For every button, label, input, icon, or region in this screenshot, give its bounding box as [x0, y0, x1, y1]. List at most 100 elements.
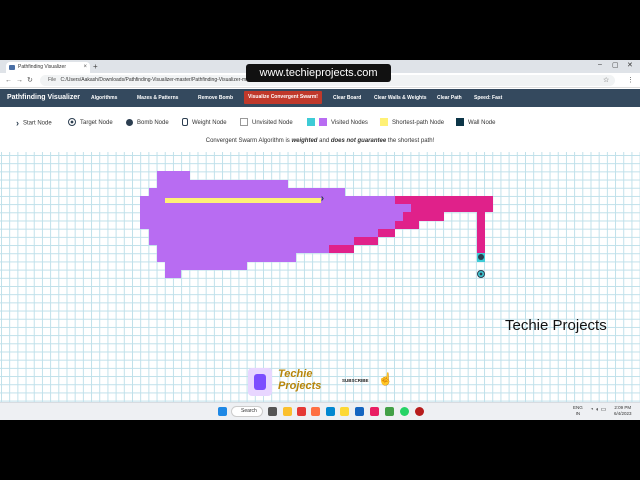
- visited-cell[interactable]: [181, 204, 190, 213]
- visited-cell[interactable]: [353, 220, 362, 229]
- edge-icon[interactable]: [326, 407, 335, 416]
- visited-cell[interactable]: [312, 212, 321, 221]
- visited-cell[interactable]: [238, 179, 247, 188]
- visited-cell[interactable]: [222, 187, 231, 196]
- new-tab-button[interactable]: +: [93, 62, 98, 72]
- visited-cell[interactable]: [271, 220, 280, 229]
- frontier-cell[interactable]: [476, 212, 485, 221]
- nav-clear-path[interactable]: Clear Path: [437, 89, 462, 107]
- visited-cell[interactable]: [247, 220, 256, 229]
- visited-cell[interactable]: [238, 253, 247, 262]
- bookmark-star-icon[interactable]: ☆: [603, 76, 609, 85]
- visited-cell[interactable]: [238, 212, 247, 221]
- shortest-path-cell[interactable]: [304, 198, 313, 204]
- visited-cell[interactable]: [206, 212, 215, 221]
- reload-icon[interactable]: ↻: [27, 76, 33, 85]
- visited-cell[interactable]: [206, 237, 215, 246]
- frontier-cell[interactable]: [476, 204, 485, 213]
- visited-cell[interactable]: [181, 253, 190, 262]
- visited-cell[interactable]: [173, 245, 182, 254]
- visited-cell[interactable]: [222, 237, 231, 246]
- visited-cell[interactable]: [230, 228, 239, 237]
- visited-cell[interactable]: [304, 212, 313, 221]
- visited-cell[interactable]: [156, 179, 165, 188]
- shortest-path-cell[interactable]: [312, 198, 321, 204]
- visited-cell[interactable]: [189, 179, 198, 188]
- visited-cell[interactable]: [329, 220, 338, 229]
- frontier-cell[interactable]: [484, 196, 493, 205]
- visited-cell[interactable]: [214, 228, 223, 237]
- visited-cell[interactable]: [230, 179, 239, 188]
- visited-cell[interactable]: [337, 237, 346, 246]
- visited-cell[interactable]: [329, 196, 338, 205]
- visited-cell[interactable]: [247, 245, 256, 254]
- visited-cell[interactable]: [263, 237, 272, 246]
- visited-cell[interactable]: [370, 228, 379, 237]
- visited-cell[interactable]: [206, 261, 215, 270]
- visited-cell[interactable]: [173, 179, 182, 188]
- visited-cell[interactable]: [247, 179, 256, 188]
- visited-cell[interactable]: [255, 212, 264, 221]
- visited-cell[interactable]: [156, 245, 165, 254]
- visited-cell[interactable]: [214, 179, 223, 188]
- visited-cell[interactable]: [148, 237, 157, 246]
- visited-cell[interactable]: [165, 253, 174, 262]
- shortest-path-cell[interactable]: [288, 198, 297, 204]
- visited-cell[interactable]: [230, 261, 239, 270]
- visited-cell[interactable]: [247, 187, 256, 196]
- visited-cell[interactable]: [288, 187, 297, 196]
- visited-cell[interactable]: [173, 171, 182, 180]
- target-node-icon[interactable]: [476, 269, 485, 278]
- visited-cell[interactable]: [296, 237, 305, 246]
- frontier-cell[interactable]: [411, 204, 420, 213]
- visited-cell[interactable]: [148, 204, 157, 213]
- visited-cell[interactable]: [206, 253, 215, 262]
- visited-cell[interactable]: [148, 212, 157, 221]
- visited-cell[interactable]: [238, 204, 247, 213]
- visited-cell[interactable]: [370, 196, 379, 205]
- visited-cell[interactable]: [255, 179, 264, 188]
- visited-cell[interactable]: [386, 220, 395, 229]
- frontier-cell[interactable]: [345, 245, 354, 254]
- visited-cell[interactable]: [238, 187, 247, 196]
- visited-cell[interactable]: [271, 245, 280, 254]
- visited-cell[interactable]: [279, 237, 288, 246]
- browser-tab[interactable]: Pathfinding Visualizer ×: [6, 62, 90, 73]
- visited-cell[interactable]: [320, 245, 329, 254]
- app-brand[interactable]: Pathfinding Visualizer: [7, 89, 80, 107]
- visited-cell[interactable]: [361, 212, 370, 221]
- visited-cell[interactable]: [271, 204, 280, 213]
- visualize-button[interactable]: Visualize Convergent Swarm!: [244, 91, 322, 104]
- frontier-cell[interactable]: [411, 196, 420, 205]
- visited-cell[interactable]: [173, 212, 182, 221]
- nav-speed[interactable]: Speed: Fast: [474, 89, 502, 107]
- visited-cell[interactable]: [247, 204, 256, 213]
- visited-cell[interactable]: [312, 228, 321, 237]
- shortest-path-cell[interactable]: [271, 198, 280, 204]
- frontier-cell[interactable]: [394, 196, 403, 205]
- frontier-cell[interactable]: [427, 196, 436, 205]
- shortest-path-cell[interactable]: [222, 198, 231, 204]
- visited-cell[interactable]: [156, 171, 165, 180]
- visited-cell[interactable]: [345, 237, 354, 246]
- visited-cell[interactable]: [312, 237, 321, 246]
- visited-cell[interactable]: [337, 220, 346, 229]
- visited-cell[interactable]: [148, 196, 157, 205]
- brave-icon[interactable]: [311, 407, 320, 416]
- frontier-cell[interactable]: [411, 220, 420, 229]
- visited-cell[interactable]: [370, 220, 379, 229]
- visited-cell[interactable]: [173, 269, 182, 278]
- visited-cell[interactable]: [386, 212, 395, 221]
- visited-cell[interactable]: [353, 204, 362, 213]
- visited-cell[interactable]: [288, 253, 297, 262]
- visited-cell[interactable]: [370, 204, 379, 213]
- visited-cell[interactable]: [247, 228, 256, 237]
- visited-cell[interactable]: [189, 228, 198, 237]
- visited-cell[interactable]: [345, 212, 354, 221]
- file-explorer-icon[interactable]: [340, 407, 349, 416]
- shortest-path-cell[interactable]: [263, 198, 272, 204]
- frontier-cell[interactable]: [419, 212, 428, 221]
- frontier-cell[interactable]: [386, 228, 395, 237]
- visited-cell[interactable]: [197, 204, 206, 213]
- visited-cell[interactable]: [279, 228, 288, 237]
